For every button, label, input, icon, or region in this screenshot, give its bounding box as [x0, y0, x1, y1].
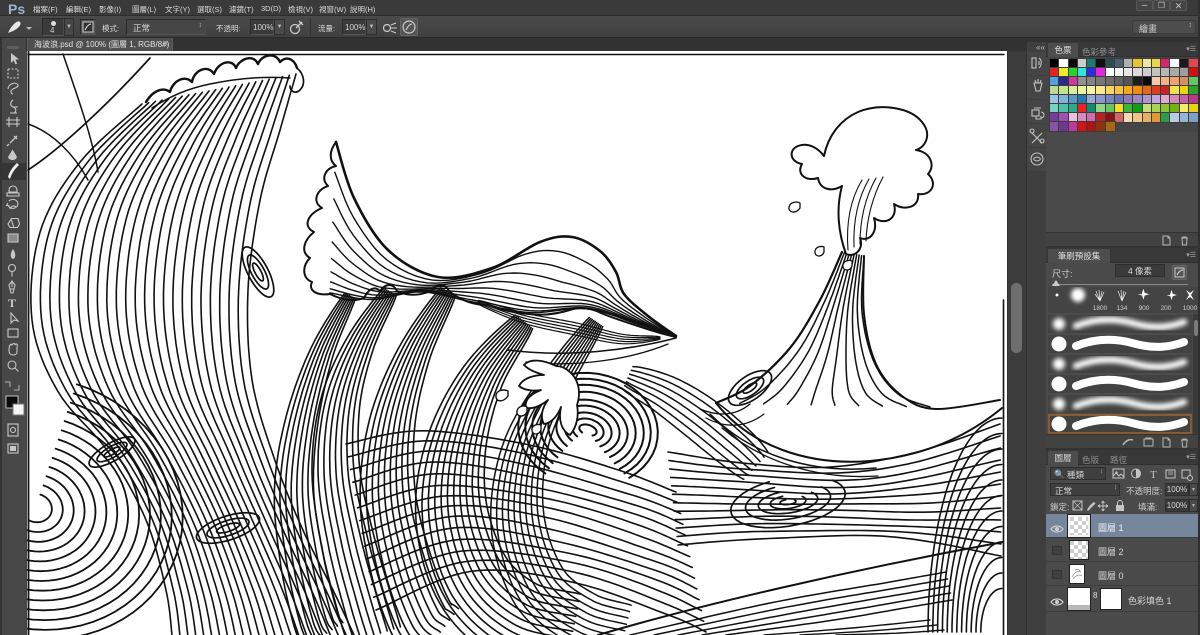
svg-text:1000: 1000 — [1183, 305, 1198, 312]
svg-text:T: T — [8, 296, 16, 310]
svg-text:134: 134 — [1117, 305, 1128, 312]
svg-text:900: 900 — [1139, 305, 1150, 312]
svg-text:200: 200 — [1161, 305, 1172, 312]
svg-text:1800: 1800 — [1093, 305, 1108, 312]
svg-text:T: T — [1150, 469, 1157, 481]
